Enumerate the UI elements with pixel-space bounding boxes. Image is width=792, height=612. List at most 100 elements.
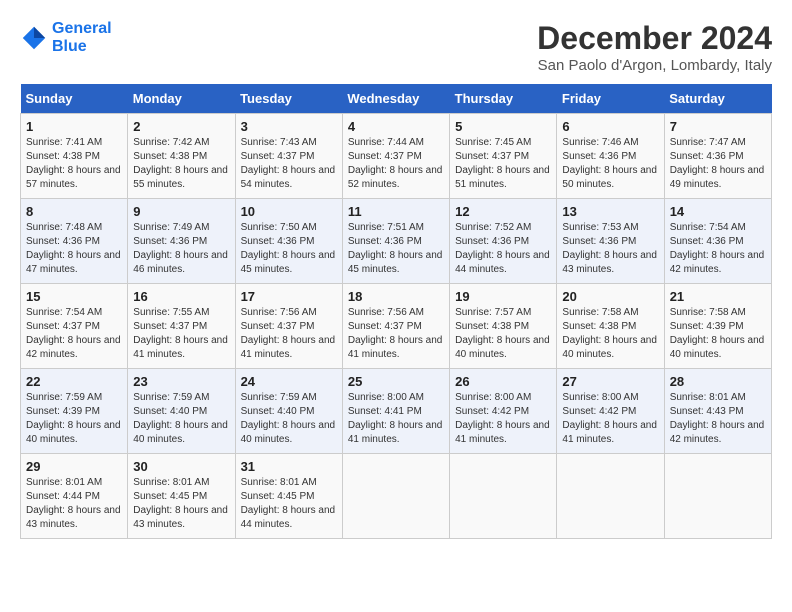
weekday-header: Tuesday xyxy=(235,84,342,114)
day-number: 8 xyxy=(26,204,122,219)
day-number: 5 xyxy=(455,119,551,134)
weekday-header-row: SundayMondayTuesdayWednesdayThursdayFrid… xyxy=(21,84,772,114)
day-number: 7 xyxy=(670,119,766,134)
day-info: Sunrise: 7:52 AMSunset: 4:36 PMDaylight:… xyxy=(455,221,551,277)
day-info: Sunrise: 7:54 AMSunset: 4:37 PMDaylight:… xyxy=(26,306,122,362)
calendar-title: December 2024 xyxy=(537,20,772,57)
day-info: Sunrise: 8:00 AMSunset: 4:42 PMDaylight:… xyxy=(455,391,551,447)
calendar-cell xyxy=(664,454,771,539)
calendar-cell: 19 Sunrise: 7:57 AMSunset: 4:38 PMDayligh… xyxy=(450,284,557,369)
day-number: 1 xyxy=(26,119,122,134)
calendar-cell: 15 Sunrise: 7:54 AMSunset: 4:37 PMDayligh… xyxy=(21,284,128,369)
day-info: Sunrise: 7:51 AMSunset: 4:36 PMDaylight:… xyxy=(348,221,444,277)
calendar-cell: 29 Sunrise: 8:01 AMSunset: 4:44 PMDayligh… xyxy=(21,454,128,539)
day-number: 4 xyxy=(348,119,444,134)
weekday-header: Friday xyxy=(557,84,664,114)
day-number: 12 xyxy=(455,204,551,219)
day-number: 2 xyxy=(133,119,229,134)
day-number: 23 xyxy=(133,374,229,389)
calendar-cell: 30Sunrise: 8:01 AMSunset: 4:45 PMDayligh… xyxy=(128,454,235,539)
day-info: Sunrise: 7:59 AMSunset: 4:40 PMDaylight:… xyxy=(241,391,337,447)
day-number: 24 xyxy=(241,374,337,389)
day-info: Sunrise: 7:50 AMSunset: 4:36 PMDaylight:… xyxy=(241,221,337,277)
day-number: 20 xyxy=(562,289,658,304)
day-info: Sunrise: 8:01 AMSunset: 4:45 PMDaylight:… xyxy=(241,476,337,532)
day-info: Sunrise: 7:59 AMSunset: 4:39 PMDaylight:… xyxy=(26,391,122,447)
day-info: Sunrise: 7:58 AMSunset: 4:39 PMDaylight:… xyxy=(670,306,766,362)
calendar-cell: 21Sunrise: 7:58 AMSunset: 4:39 PMDayligh… xyxy=(664,284,771,369)
calendar-cell: 1Sunrise: 7:41 AMSunset: 4:38 PMDaylight… xyxy=(21,114,128,199)
day-info: Sunrise: 7:43 AMSunset: 4:37 PMDaylight:… xyxy=(241,136,337,192)
day-number: 25 xyxy=(348,374,444,389)
day-number: 15 xyxy=(26,289,122,304)
day-number: 6 xyxy=(562,119,658,134)
day-info: Sunrise: 7:49 AMSunset: 4:36 PMDaylight:… xyxy=(133,221,229,277)
calendar-cell xyxy=(557,454,664,539)
day-info: Sunrise: 8:01 AMSunset: 4:44 PMDaylight:… xyxy=(26,476,122,532)
calendar-cell: 14 Sunrise: 7:54 AMSunset: 4:36 PMDayligh… xyxy=(664,199,771,284)
calendar-cell: 5 Sunrise: 7:45 AMSunset: 4:37 PMDaylight… xyxy=(450,114,557,199)
day-info: Sunrise: 8:00 AMSunset: 4:41 PMDaylight:… xyxy=(348,391,444,447)
calendar-cell: 11 Sunrise: 7:51 AMSunset: 4:36 PMDayligh… xyxy=(342,199,449,284)
calendar-cell: 7 Sunrise: 7:47 AMSunset: 4:36 PMDaylight… xyxy=(664,114,771,199)
day-number: 29 xyxy=(26,459,122,474)
day-info: Sunrise: 7:56 AMSunset: 4:37 PMDaylight:… xyxy=(348,306,444,362)
day-info: Sunrise: 7:44 AMSunset: 4:37 PMDaylight:… xyxy=(348,136,444,192)
day-info: Sunrise: 8:01 AMSunset: 4:43 PMDaylight:… xyxy=(670,391,766,447)
day-number: 17 xyxy=(241,289,337,304)
calendar-week-row: 22 Sunrise: 7:59 AMSunset: 4:39 PMDayligh… xyxy=(21,369,772,454)
day-info: Sunrise: 7:46 AMSunset: 4:36 PMDaylight:… xyxy=(562,136,658,192)
day-number: 11 xyxy=(348,204,444,219)
calendar-cell xyxy=(450,454,557,539)
weekday-header: Saturday xyxy=(664,84,771,114)
day-number: 14 xyxy=(670,204,766,219)
calendar-cell: 2 Sunrise: 7:42 AMSunset: 4:38 PMDaylight… xyxy=(128,114,235,199)
day-info: Sunrise: 7:56 AMSunset: 4:37 PMDaylight:… xyxy=(241,306,337,362)
day-number: 16 xyxy=(133,289,229,304)
day-info: Sunrise: 7:59 AMSunset: 4:40 PMDaylight:… xyxy=(133,391,229,447)
calendar-cell: 17 Sunrise: 7:56 AMSunset: 4:37 PMDayligh… xyxy=(235,284,342,369)
day-info: Sunrise: 7:58 AMSunset: 4:38 PMDaylight:… xyxy=(562,306,658,362)
calendar-cell: 24 Sunrise: 7:59 AMSunset: 4:40 PMDayligh… xyxy=(235,369,342,454)
calendar-week-row: 29 Sunrise: 8:01 AMSunset: 4:44 PMDayligh… xyxy=(21,454,772,539)
weekday-header: Thursday xyxy=(450,84,557,114)
day-info: Sunrise: 7:54 AMSunset: 4:36 PMDaylight:… xyxy=(670,221,766,277)
calendar-subtitle: San Paolo d'Argon, Lombardy, Italy xyxy=(537,57,772,74)
day-info: Sunrise: 7:55 AMSunset: 4:37 PMDaylight:… xyxy=(133,306,229,362)
day-number: 9 xyxy=(133,204,229,219)
calendar-cell: 13 Sunrise: 7:53 AMSunset: 4:36 PMDayligh… xyxy=(557,199,664,284)
calendar-cell: 27Sunrise: 8:00 AMSunset: 4:42 PMDayligh… xyxy=(557,369,664,454)
day-number: 13 xyxy=(562,204,658,219)
day-number: 18 xyxy=(348,289,444,304)
calendar-table: SundayMondayTuesdayWednesdayThursdayFrid… xyxy=(20,84,772,539)
day-info: Sunrise: 7:47 AMSunset: 4:36 PMDaylight:… xyxy=(670,136,766,192)
day-number: 27 xyxy=(562,374,658,389)
day-info: Sunrise: 7:53 AMSunset: 4:36 PMDaylight:… xyxy=(562,221,658,277)
calendar-cell: 16 Sunrise: 7:55 AMSunset: 4:37 PMDayligh… xyxy=(128,284,235,369)
calendar-cell: 28Sunrise: 8:01 AMSunset: 4:43 PMDayligh… xyxy=(664,369,771,454)
calendar-cell: 10Sunrise: 7:50 AMSunset: 4:36 PMDayligh… xyxy=(235,199,342,284)
page-header: General Blue December 2024 San Paolo d'A… xyxy=(20,20,772,74)
weekday-header: Monday xyxy=(128,84,235,114)
calendar-cell: 8 Sunrise: 7:48 AMSunset: 4:36 PMDaylight… xyxy=(21,199,128,284)
calendar-cell: 31 Sunrise: 8:01 AMSunset: 4:45 PMDayligh… xyxy=(235,454,342,539)
calendar-cell: 26 Sunrise: 8:00 AMSunset: 4:42 PMDayligh… xyxy=(450,369,557,454)
logo-icon xyxy=(20,24,48,52)
logo-text: General Blue xyxy=(52,20,112,55)
day-info: Sunrise: 7:45 AMSunset: 4:37 PMDaylight:… xyxy=(455,136,551,192)
weekday-header: Sunday xyxy=(21,84,128,114)
calendar-cell: 23 Sunrise: 7:59 AMSunset: 4:40 PMDayligh… xyxy=(128,369,235,454)
calendar-cell: 20 Sunrise: 7:58 AMSunset: 4:38 PMDayligh… xyxy=(557,284,664,369)
calendar-cell: 6 Sunrise: 7:46 AMSunset: 4:36 PMDaylight… xyxy=(557,114,664,199)
day-info: Sunrise: 7:48 AMSunset: 4:36 PMDaylight:… xyxy=(26,221,122,277)
day-number: 19 xyxy=(455,289,551,304)
day-number: 22 xyxy=(26,374,122,389)
calendar-week-row: 8 Sunrise: 7:48 AMSunset: 4:36 PMDaylight… xyxy=(21,199,772,284)
day-info: Sunrise: 7:42 AMSunset: 4:38 PMDaylight:… xyxy=(133,136,229,192)
title-section: December 2024 San Paolo d'Argon, Lombard… xyxy=(537,20,772,74)
day-number: 26 xyxy=(455,374,551,389)
calendar-cell: 18 Sunrise: 7:56 AMSunset: 4:37 PMDayligh… xyxy=(342,284,449,369)
day-number: 31 xyxy=(241,459,337,474)
day-number: 3 xyxy=(241,119,337,134)
day-info: Sunrise: 7:57 AMSunset: 4:38 PMDaylight:… xyxy=(455,306,551,362)
